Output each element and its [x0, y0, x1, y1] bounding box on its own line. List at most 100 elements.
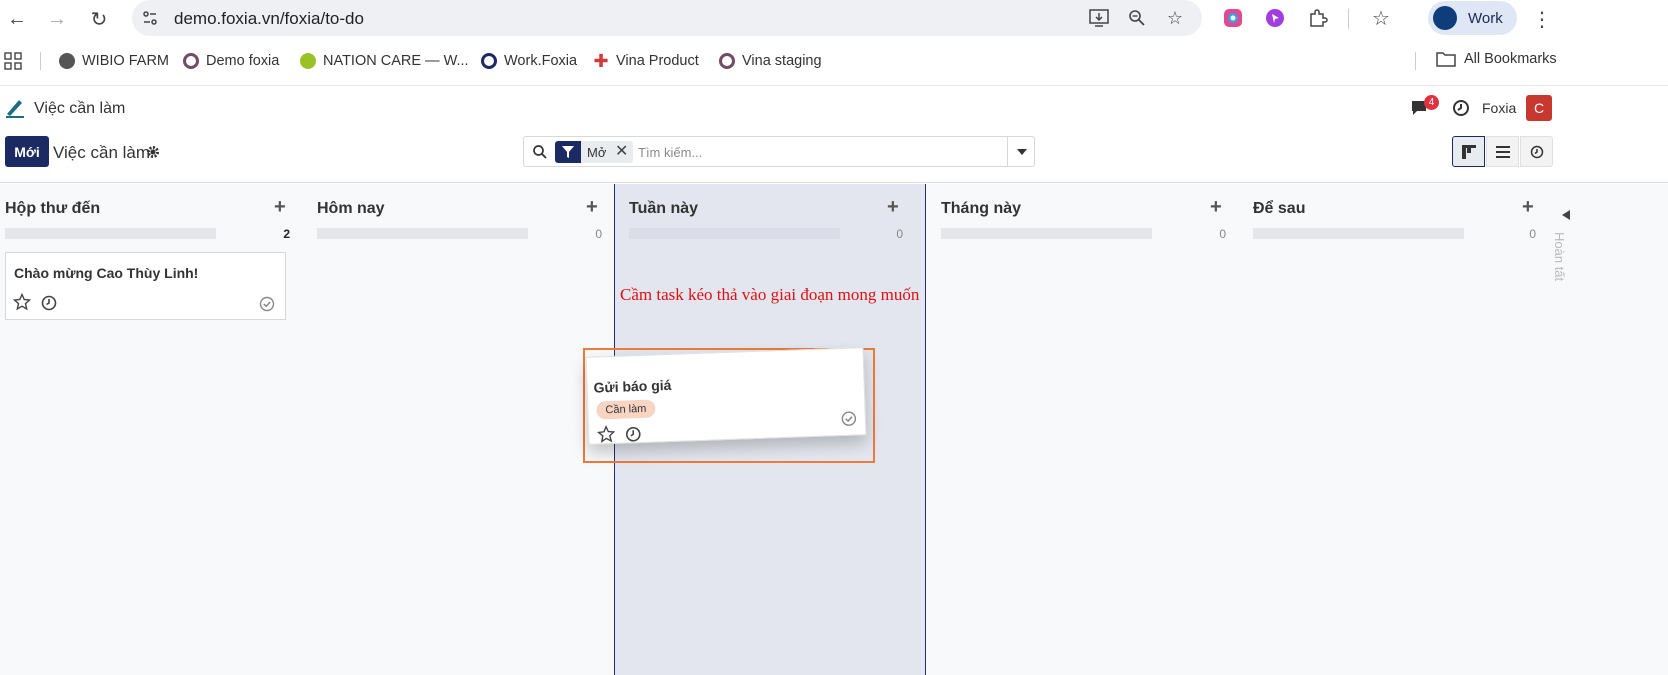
caret-left-icon [1562, 210, 1570, 220]
column-progress-bar[interactable] [317, 228, 528, 239]
bookmark-vina-product[interactable]: ✚ Vina Product [593, 50, 699, 71]
star-icon[interactable] [13, 293, 31, 311]
bookmark-label: Work.Foxia [504, 53, 578, 69]
bookmark-label: Vina staging [742, 53, 822, 69]
all-bookmarks-label: All Bookmarks [1464, 51, 1557, 67]
profile-button[interactable]: Work [1428, 1, 1517, 35]
search-icon[interactable] [532, 144, 548, 160]
todo-app-icon[interactable] [4, 96, 26, 118]
card-title: Chào mừng Cao Thùy Linh! [14, 265, 199, 281]
profile-avatar [1433, 6, 1457, 30]
clock-icon[interactable] [625, 426, 642, 443]
bookmark-label: Vina Product [616, 53, 699, 69]
column-count: 2 [283, 227, 290, 241]
column-quick-add-icon[interactable]: + [887, 197, 905, 219]
company-name[interactable]: Foxia [1482, 100, 1516, 116]
activity-clock-icon[interactable] [1452, 99, 1470, 117]
filter-icon [555, 141, 581, 163]
apps-grid-icon[interactable] [4, 52, 22, 70]
control-panel: Mới Việc cần làm Mở ✕ [0, 131, 1668, 183]
kanban-view-icon [1461, 144, 1476, 159]
bookmarks-bar: WIBIO FARM Demo foxia NATION CARE — W...… [0, 42, 1668, 80]
search-box[interactable]: Mở ✕ [523, 136, 1035, 167]
odoo-icon [183, 53, 199, 69]
kanban-column-later: Để sau + 0 [1248, 184, 1548, 675]
bookmark-work-foxia[interactable]: Work.Foxia [481, 51, 577, 71]
extension-color-icon[interactable] [1221, 6, 1245, 30]
bookmark-vina-staging[interactable]: Vina staging [719, 51, 822, 71]
view-list-button[interactable] [1486, 136, 1519, 167]
reading-list-star-icon[interactable]: ☆ [1369, 6, 1393, 30]
column-title: Tháng này [941, 200, 1022, 217]
star-icon[interactable] [597, 424, 616, 444]
gear-icon[interactable] [146, 145, 160, 159]
view-kanban-button[interactable] [1452, 136, 1485, 167]
folded-column-label[interactable]: Hoàn tất [1552, 232, 1567, 281]
bookmark-label: Demo foxia [206, 53, 280, 69]
kanban-column-today: Hôm nay + 0 [312, 184, 624, 675]
filter-chip-label: Mở [587, 145, 607, 160]
column-title: Hôm nay [317, 200, 385, 217]
column-title: Để sau [1253, 200, 1306, 217]
user-avatar[interactable]: C [1526, 95, 1552, 121]
card-tag: Cần làm [596, 399, 656, 420]
extension-cursor-icon[interactable] [1263, 6, 1287, 30]
column-quick-add-icon[interactable]: + [586, 197, 604, 219]
bookmark-wibio-farm[interactable]: WIBIO FARM [59, 51, 169, 71]
kanban-column-this-month: Tháng này + 0 [936, 184, 1248, 675]
bookmark-label: WIBIO FARM [82, 53, 169, 69]
clock-icon[interactable] [41, 295, 57, 311]
back-icon[interactable]: ← [4, 6, 30, 32]
bookmark-divider [40, 52, 41, 70]
url-text[interactable]: demo.foxia.vn/foxia/to-do [174, 9, 364, 29]
close-icon[interactable]: ✕ [615, 144, 629, 160]
cross-icon: ✚ [593, 50, 609, 71]
site-info-icon[interactable] [140, 8, 160, 28]
column-quick-add-icon[interactable]: + [1522, 197, 1540, 219]
column-progress-bar[interactable] [5, 228, 216, 239]
list-view-icon [1495, 145, 1510, 158]
column-count: 0 [1529, 227, 1536, 241]
view-activity-button[interactable] [1520, 136, 1553, 167]
extensions-puzzle-icon[interactable] [1306, 6, 1330, 30]
bookmark-demo-foxia[interactable]: Demo foxia [183, 51, 279, 71]
search-input[interactable] [638, 141, 998, 163]
column-count: 0 [595, 227, 602, 241]
clock-view-icon [1530, 145, 1543, 158]
folder-icon [1436, 52, 1456, 67]
browser-menu-icon[interactable]: ⋮ [1532, 6, 1552, 32]
foxia-icon [481, 53, 497, 69]
bookmark-nation-care[interactable]: NATION CARE — W... [300, 51, 469, 71]
toolbar-divider [1348, 9, 1349, 29]
nation-care-icon [300, 53, 316, 69]
install-app-icon[interactable] [1087, 6, 1111, 30]
dragged-kanban-card[interactable]: Gửi báo giá Cần làm [585, 347, 867, 445]
column-quick-add-icon[interactable]: + [1210, 197, 1228, 219]
column-count: 0 [896, 227, 903, 241]
globe-icon [59, 53, 75, 69]
new-button[interactable]: Mới [5, 136, 49, 167]
kanban-column-inbox: Hộp thư đến + 2 Chào mừng Cao Thùy Linh! [0, 184, 312, 675]
check-circle-icon[interactable] [259, 296, 275, 312]
column-progress-bar[interactable] [629, 228, 840, 239]
zoom-icon[interactable] [1125, 6, 1149, 30]
column-title: Tuần này [629, 200, 699, 217]
forward-icon[interactable]: → [44, 6, 70, 32]
kanban-card[interactable]: Chào mừng Cao Thùy Linh! [5, 252, 286, 320]
bookmark-star-icon[interactable]: ☆ [1163, 6, 1187, 30]
column-progress-bar[interactable] [1253, 228, 1464, 239]
address-bar[interactable]: demo.foxia.vn/foxia/to-do ☆ [132, 0, 1202, 36]
app-title[interactable]: Việc cần làm [34, 100, 125, 118]
check-circle-icon[interactable] [841, 410, 858, 427]
filter-chip: Mở ✕ [581, 141, 633, 163]
profile-label: Work [1468, 10, 1503, 27]
column-progress-bar[interactable] [941, 228, 1152, 239]
column-quick-add-icon[interactable]: + [274, 197, 292, 219]
search-options-toggle[interactable] [1007, 137, 1035, 166]
all-bookmarks-button[interactable]: All Bookmarks [1436, 51, 1557, 67]
instruction-annotation: Cầm task kéo thả vào giai đoạn mong muốn [620, 285, 920, 304]
bookmark-label: NATION CARE — W... [323, 53, 469, 69]
reload-icon[interactable]: ↻ [86, 6, 112, 32]
caret-down-icon [1016, 148, 1027, 155]
chat-count-badge: 4 [1424, 95, 1439, 110]
